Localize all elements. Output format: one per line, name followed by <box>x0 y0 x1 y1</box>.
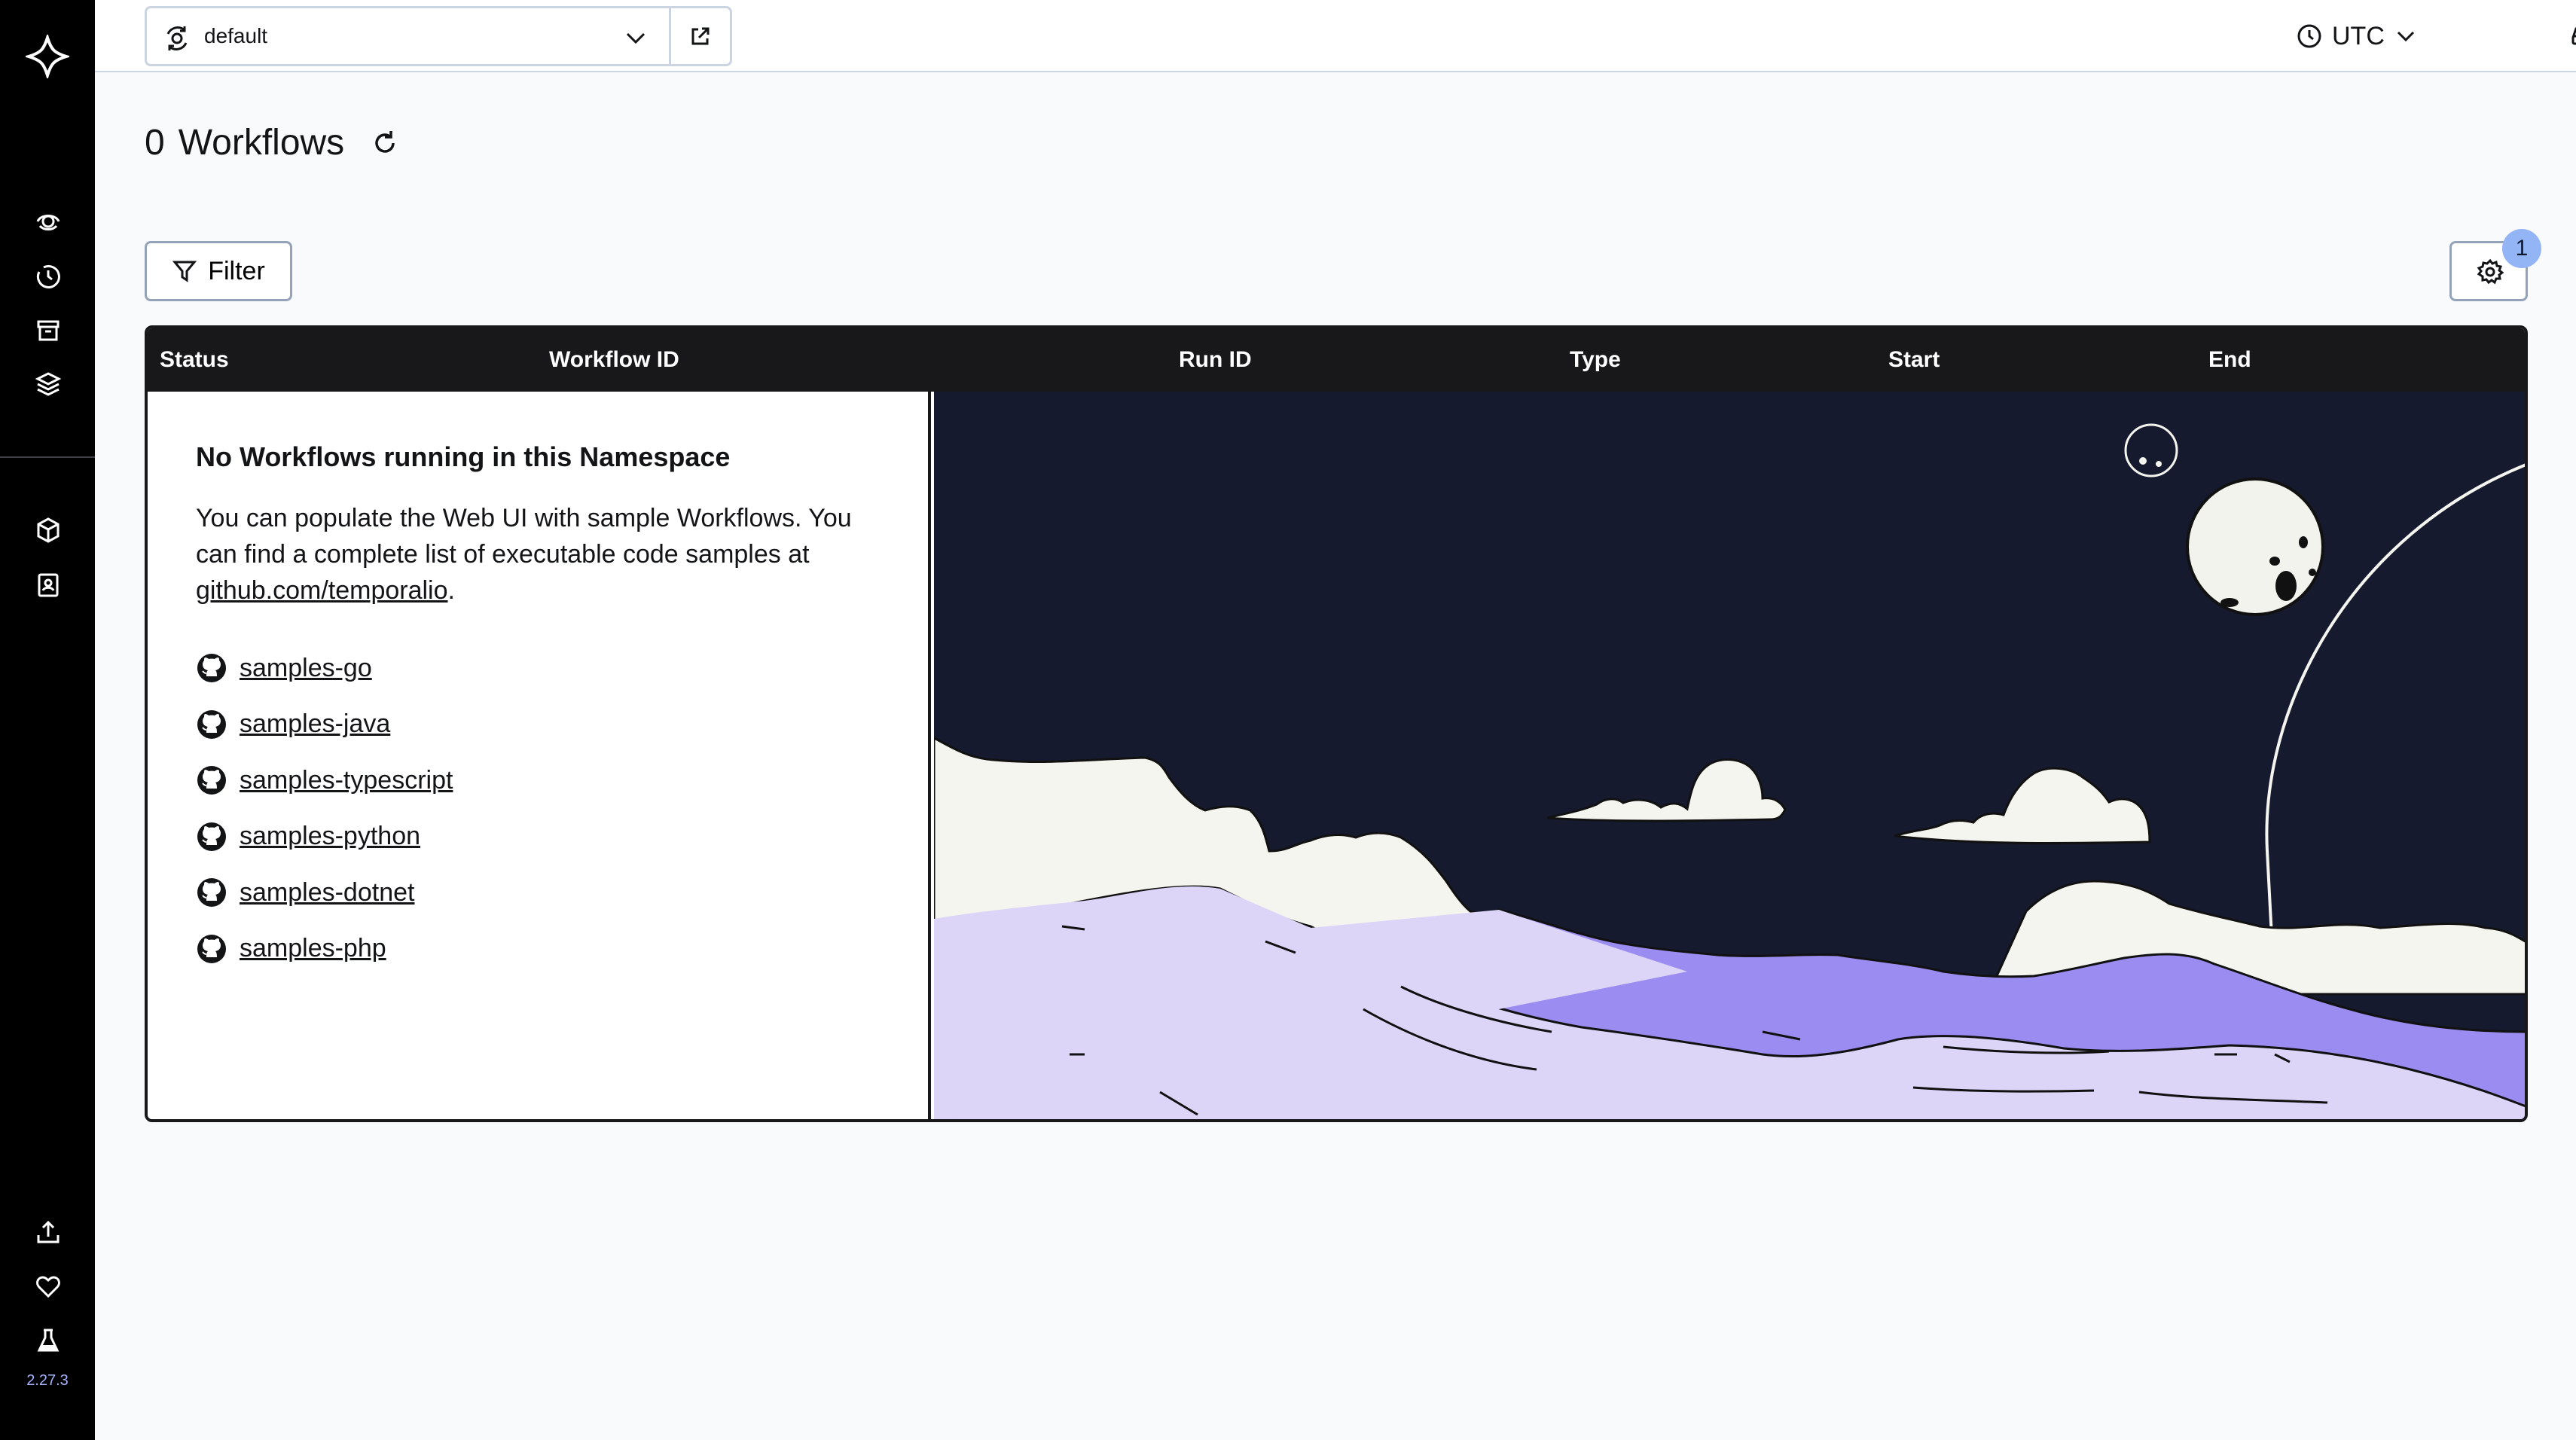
github-icon <box>197 822 226 851</box>
moon-landscape-illustration <box>934 392 2525 1119</box>
column-header-status[interactable]: Status <box>160 328 229 392</box>
clock-icon <box>2297 24 2321 48</box>
namespace-label: default <box>204 24 268 47</box>
empty-state-panel: No Workflows running in this Namespace Y… <box>148 392 931 1119</box>
github-icon <box>197 654 226 683</box>
sidebar: 2.27.3 <box>0 0 95 1440</box>
top-bar: default UTC <box>95 0 2576 72</box>
empty-state-text: You can populate the Web UI with sample … <box>196 500 874 609</box>
external-link-icon <box>691 27 710 45</box>
sample-link[interactable]: samples-java <box>240 709 390 739</box>
filter-icon <box>172 261 197 282</box>
list-item: samples-python <box>196 809 453 865</box>
filter-label: Filter <box>208 256 265 285</box>
sample-link[interactable]: samples-go <box>240 654 372 683</box>
empty-state-title: No Workflows running in this Namespace <box>196 441 731 472</box>
sample-link[interactable]: samples-python <box>240 822 420 851</box>
list-item: samples-go <box>196 640 453 697</box>
namespaces-icon[interactable] <box>33 369 63 399</box>
temporal-logo-icon[interactable] <box>26 35 69 78</box>
list-item: samples-dotnet <box>196 865 453 921</box>
docs-icon[interactable] <box>33 570 63 600</box>
schedules-icon[interactable] <box>33 261 63 291</box>
sidebar-divider <box>0 456 95 458</box>
column-header-start[interactable]: Start <box>1888 328 1940 392</box>
github-icon <box>197 709 226 739</box>
namespace-select[interactable]: default <box>145 6 732 66</box>
feedback-upload-icon[interactable] <box>33 1217 63 1247</box>
github-icon <box>197 878 226 908</box>
sample-link[interactable]: samples-php <box>240 934 386 963</box>
github-temporalio-link[interactable]: github.com/temporalio <box>196 576 448 605</box>
workflows-icon[interactable] <box>33 206 63 236</box>
app-version: 2.27.3 <box>26 1372 69 1389</box>
settings-badge: 1 <box>2502 229 2541 268</box>
list-item: samples-typescript <box>196 752 453 809</box>
workflow-count: 0 <box>145 123 165 163</box>
column-header-end[interactable]: End <box>2208 328 2251 392</box>
archive-icon[interactable] <box>33 316 63 346</box>
labs-icon[interactable] <box>33 1326 63 1356</box>
heart-icon[interactable] <box>33 1271 63 1301</box>
column-header-workflow-id[interactable]: Workflow ID <box>549 328 679 392</box>
page-heading: 0 Workflows <box>145 122 400 163</box>
sample-link[interactable]: samples-typescript <box>240 766 453 795</box>
empty-state-period: . <box>447 576 455 605</box>
timezone-select[interactable]: UTC <box>2296 14 2418 59</box>
page-title: Workflows <box>178 123 345 163</box>
namespace-icon <box>166 26 188 50</box>
github-icon <box>197 766 226 795</box>
data-encoder-glasses-icon[interactable] <box>2570 21 2576 51</box>
namespace-dropdown[interactable]: default <box>147 8 671 64</box>
open-namespace-button[interactable] <box>671 8 730 64</box>
list-item: samples-java <box>196 697 453 753</box>
empty-state-illustration <box>934 392 2525 1119</box>
gear-icon <box>2477 258 2504 285</box>
filter-button[interactable]: Filter <box>145 241 292 301</box>
chevron-down-icon <box>2397 31 2414 42</box>
workflows-table: Status Workflow ID Run ID Type Start End… <box>145 325 2528 1122</box>
chevron-down-icon <box>626 32 646 44</box>
github-icon <box>197 934 226 963</box>
sample-link[interactable]: samples-dotnet <box>240 878 414 908</box>
column-header-type[interactable]: Type <box>1570 328 1621 392</box>
timezone-label: UTC <box>2332 21 2385 50</box>
nexus-icon[interactable] <box>33 515 63 545</box>
refresh-icon[interactable] <box>370 128 400 158</box>
list-item: samples-php <box>196 921 453 978</box>
table-header: Status Workflow ID Run ID Type Start End <box>148 328 2525 392</box>
samples-list: samples-go samples-java samples-typescri… <box>196 640 453 977</box>
empty-state-description: You can populate the Web UI with sample … <box>196 504 852 569</box>
column-header-run-id[interactable]: Run ID <box>1179 328 1252 392</box>
